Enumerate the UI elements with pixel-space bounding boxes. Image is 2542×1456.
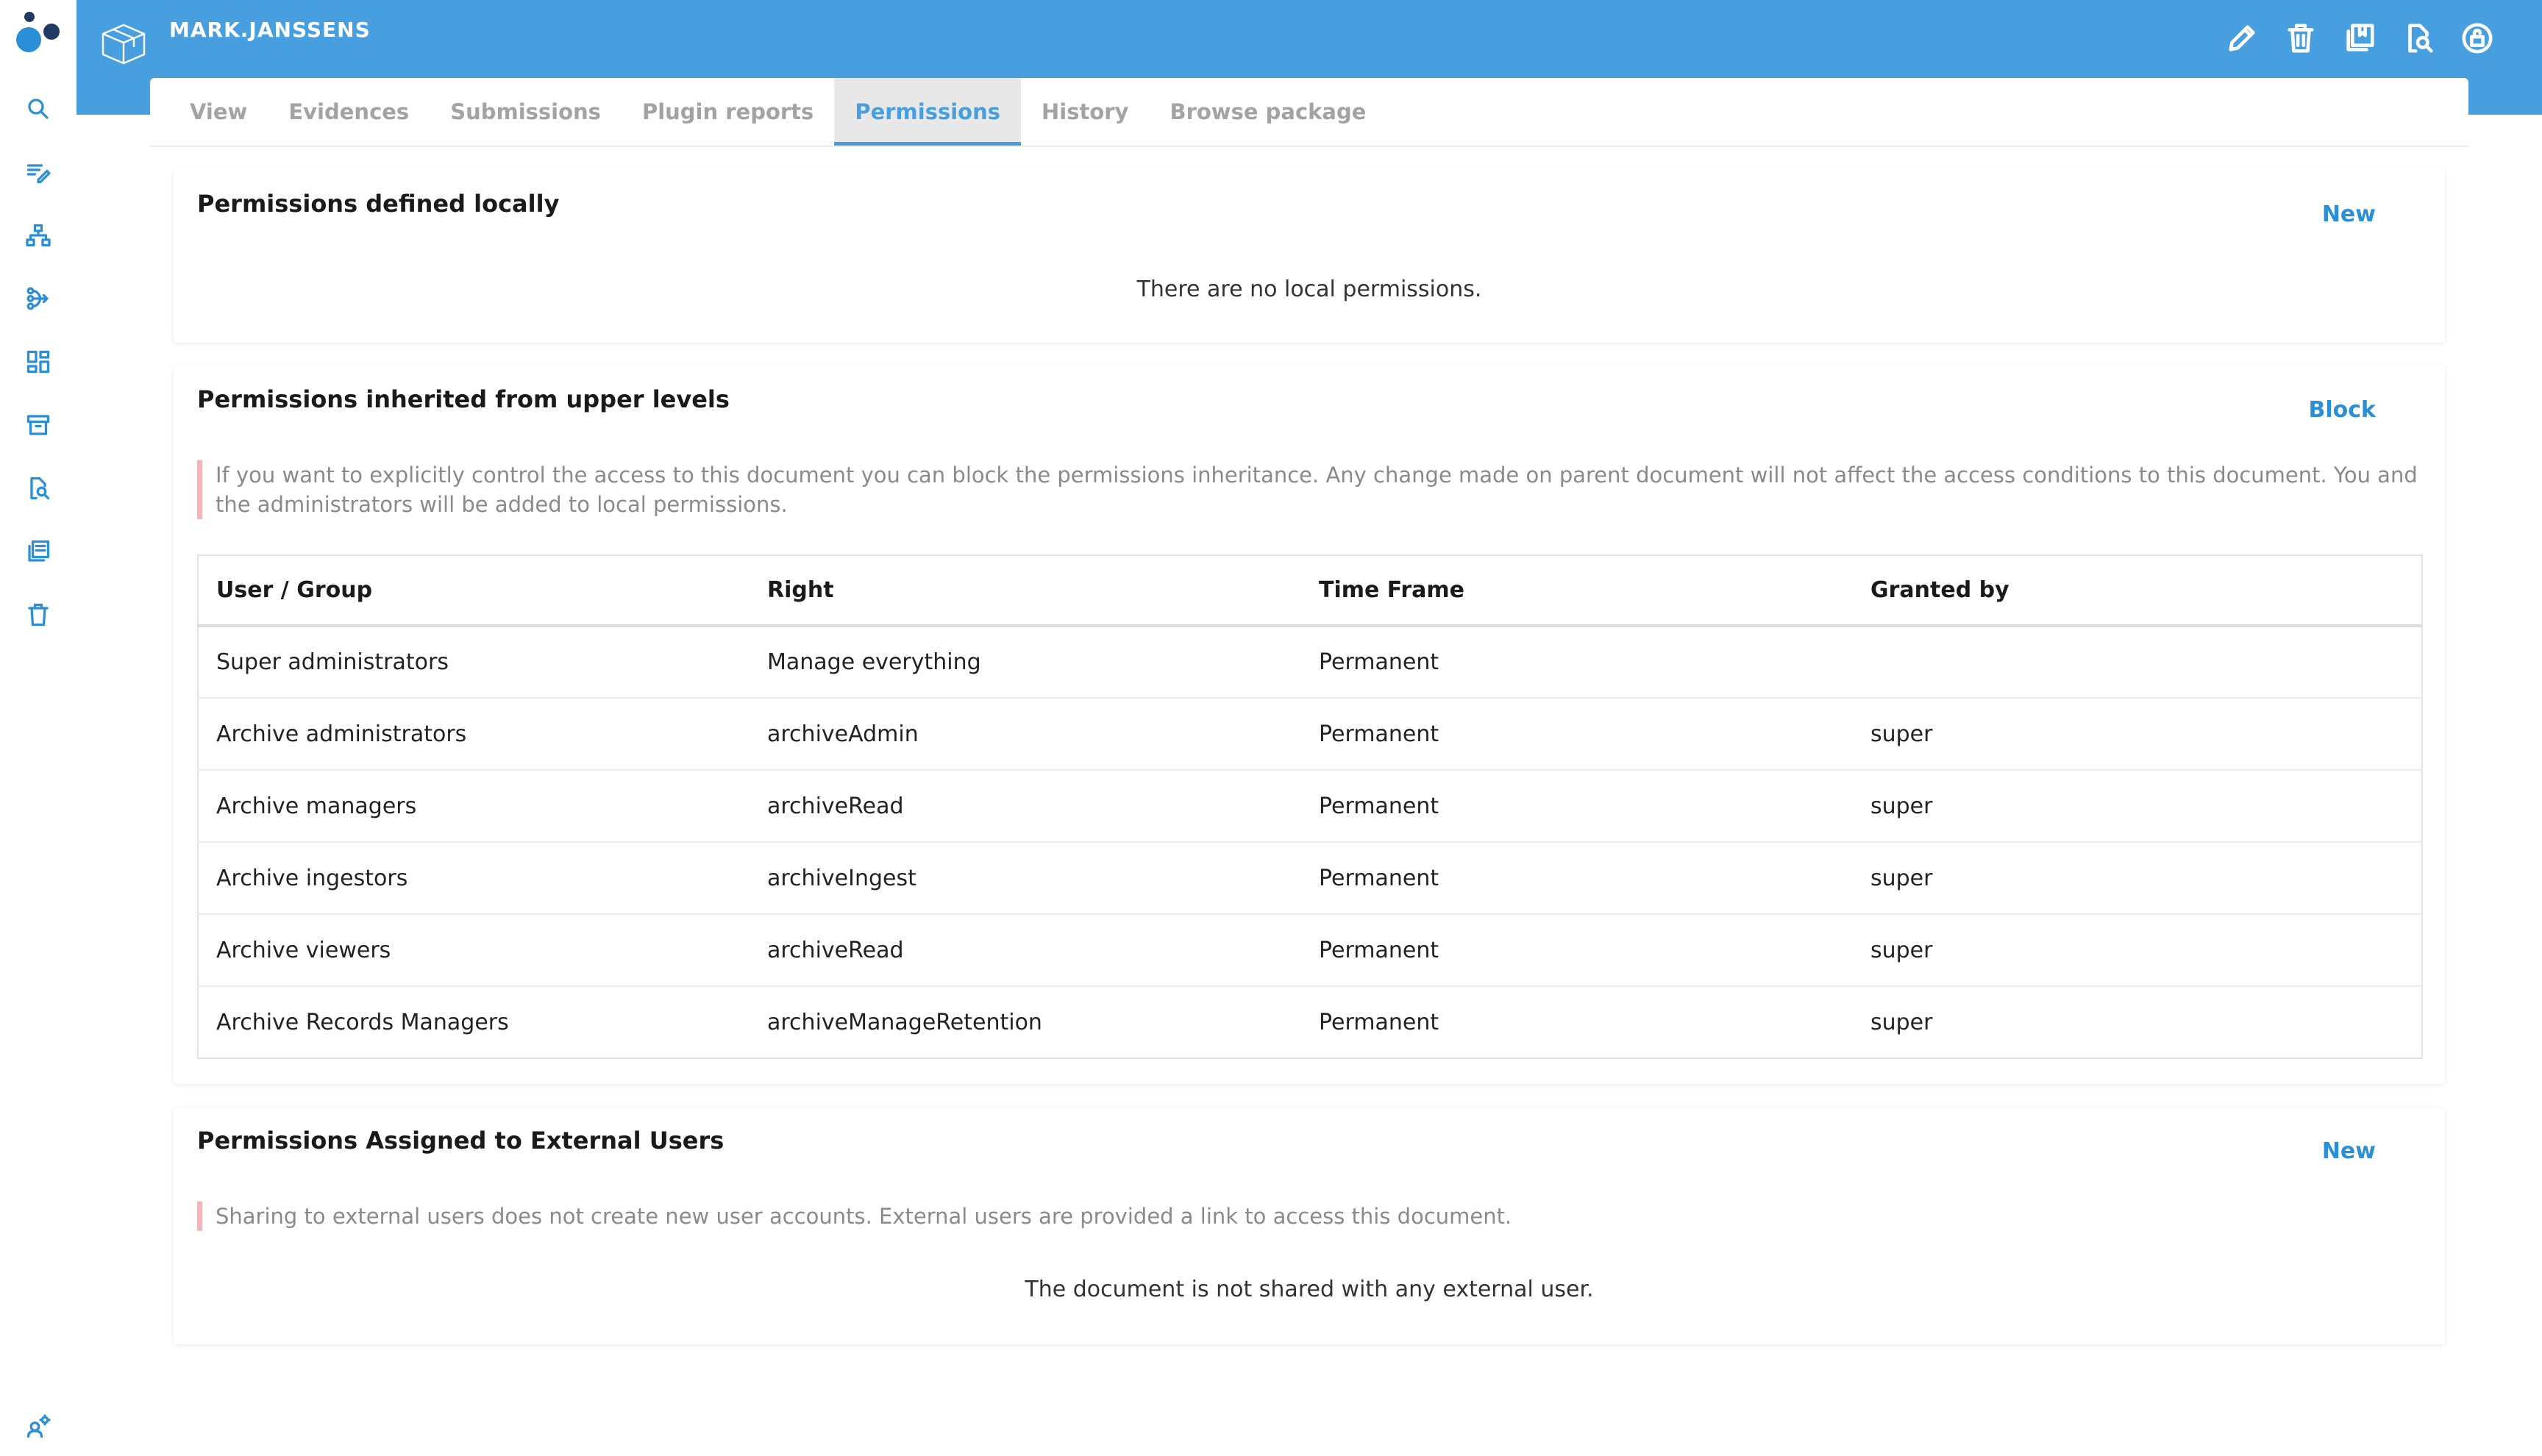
cell-user-group: Super administrators (198, 625, 750, 698)
clipboard-icon[interactable] (22, 535, 54, 568)
column-header-right[interactable]: Right (750, 555, 1301, 627)
cell-right: archiveAdmin (750, 697, 1301, 770)
cell-time-frame: Permanent (1301, 913, 1853, 986)
trash-icon (2288, 24, 2314, 53)
tab-history[interactable]: History (1021, 78, 1149, 146)
inheritance-note: If you want to explicitly control the ac… (197, 460, 2421, 519)
header-actions (2223, 19, 2496, 57)
inherited-permissions-table: User / Group Right Time Frame Granted by… (197, 554, 2423, 1059)
cell-right: Manage everything (750, 625, 1301, 698)
tab-evidences[interactable]: Evidences (268, 78, 430, 146)
cell-time-frame: Permanent (1301, 769, 1853, 842)
tab-submissions[interactable]: Submissions (430, 78, 622, 146)
tab-permissions[interactable]: Permissions (834, 78, 1021, 146)
user-settings-icon[interactable] (22, 1410, 54, 1443)
archive-icon[interactable] (22, 409, 54, 441)
cell-right: archiveIngest (750, 841, 1301, 914)
unlock-icon (2462, 23, 2493, 54)
pencil-icon (2229, 25, 2255, 51)
hierarchy-icon[interactable] (22, 219, 54, 251)
document-title: MARK.JANSSENS (169, 18, 371, 42)
table-row[interactable]: Archive viewers archiveRead Permanent su… (198, 913, 2422, 986)
table-row[interactable]: Archive managers archiveRead Permanent s… (198, 769, 2422, 842)
local-permissions-title: Permissions defined locally (197, 190, 560, 218)
column-header-granted-by[interactable]: Granted by (1853, 555, 2422, 627)
cell-user-group: Archive managers (198, 769, 750, 842)
copy-icon (2346, 24, 2374, 51)
tab-divider (150, 146, 2468, 147)
cell-right: archiveRead (750, 769, 1301, 842)
cell-right: archiveManageRetention (750, 985, 1301, 1058)
no-local-permissions-text: There are no local permissions. (1136, 276, 1482, 302)
dashboard-icon[interactable] (22, 346, 54, 378)
cell-user-group: Archive ingestors (198, 841, 750, 914)
cell-granted-by: super (1853, 697, 2422, 770)
package-icon (97, 16, 150, 69)
new-local-permission-button[interactable]: New (2322, 201, 2376, 227)
cell-granted-by: super (1853, 841, 2422, 914)
cell-time-frame: Permanent (1301, 985, 1853, 1058)
cell-time-frame: Permanent (1301, 625, 1853, 698)
column-header-user-group[interactable]: User / Group (198, 555, 750, 627)
edit-list-icon[interactable] (22, 156, 54, 188)
external-sharing-note: Sharing to external users does not creat… (197, 1202, 2421, 1231)
app-logo-icon[interactable] (13, 7, 65, 59)
copy-button[interactable] (2340, 19, 2379, 57)
move-icon (2408, 24, 2433, 53)
inherited-permissions-title: Permissions inherited from upper levels (197, 385, 730, 413)
table-row[interactable]: Super administrators Manage everything P… (198, 625, 2422, 698)
search-document-icon[interactable] (22, 472, 54, 504)
table-header-row: User / Group Right Time Frame Granted by (198, 555, 2422, 627)
table-row[interactable]: Archive administrators archiveAdmin Perm… (198, 697, 2422, 770)
cell-granted-by (1853, 625, 2422, 698)
edit-button[interactable] (2223, 19, 2261, 57)
column-header-time-frame[interactable]: Time Frame (1301, 555, 1853, 627)
tab-browse-package[interactable]: Browse package (1149, 78, 1386, 146)
external-permissions-title: Permissions Assigned to External Users (197, 1127, 724, 1155)
external-permissions-card: Permissions Assigned to External Users N… (174, 1107, 2445, 1344)
block-inheritance-button[interactable]: Block (2309, 397, 2377, 423)
cell-granted-by: super (1853, 985, 2422, 1058)
cell-user-group: Archive administrators (198, 697, 750, 770)
left-sidebar (0, 0, 76, 1456)
cell-user-group: Archive viewers (198, 913, 750, 986)
unlock-button[interactable] (2458, 19, 2496, 57)
tab-view[interactable]: View (169, 78, 268, 146)
move-button[interactable] (2399, 19, 2438, 57)
tab-bar: View Evidences Submissions Plugin report… (150, 78, 2468, 146)
cell-right: archiveRead (750, 913, 1301, 986)
search-icon[interactable] (22, 93, 54, 125)
new-external-permission-button[interactable]: New (2322, 1138, 2376, 1164)
table-row[interactable]: Archive ingestors archiveIngest Permanen… (198, 841, 2422, 914)
inherited-permissions-card: Permissions inherited from upper levels … (174, 365, 2445, 1084)
delete-button[interactable] (2282, 19, 2320, 57)
cell-user-group: Archive Records Managers (198, 985, 750, 1058)
local-permissions-card: Permissions defined locally New There ar… (174, 169, 2445, 343)
table-row[interactable]: Archive Records Managers archiveManageRe… (198, 985, 2422, 1058)
cell-granted-by: super (1853, 769, 2422, 842)
not-shared-text: The document is not shared with any exte… (1025, 1277, 1594, 1302)
cell-granted-by: super (1853, 913, 2422, 986)
trash-icon[interactable] (22, 599, 54, 631)
cell-time-frame: Permanent (1301, 841, 1853, 914)
tab-plugin-reports[interactable]: Plugin reports (622, 78, 834, 146)
cell-time-frame: Permanent (1301, 697, 1853, 770)
workflow-icon[interactable] (22, 282, 54, 315)
